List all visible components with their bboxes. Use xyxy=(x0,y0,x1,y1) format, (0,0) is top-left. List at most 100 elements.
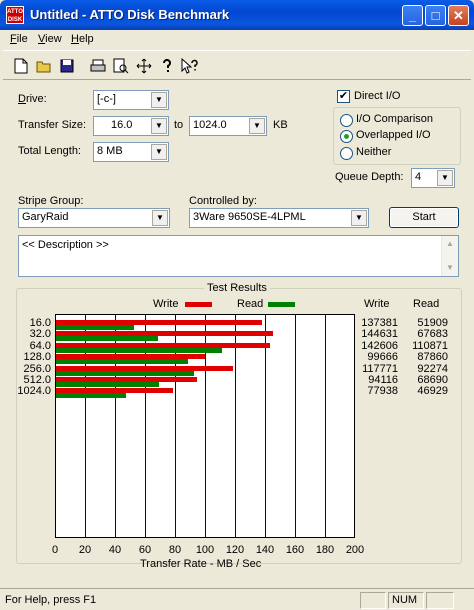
legend-read-label: Read xyxy=(237,298,264,310)
status-pane-empty xyxy=(360,592,386,609)
toolbar xyxy=(3,50,471,80)
queue-depth-label: Queue Depth: xyxy=(335,171,404,183)
chevron-down-icon[interactable]: ▼ xyxy=(151,144,167,160)
read-bar xyxy=(56,347,223,353)
read-value-cell: 110871 xyxy=(412,339,448,352)
title-bar[interactable]: ATTO DISK Untitled - ATTO Disk Benchmark… xyxy=(0,0,474,30)
column-header-write: Write xyxy=(364,298,390,310)
drive-select[interactable]: [-c-] ▼ xyxy=(93,90,169,110)
chevron-down-icon[interactable]: ▼ xyxy=(151,92,167,108)
legend-write-label: Write xyxy=(153,298,179,310)
settings-panel: Drive: [-c-] ▼ Transfer Size: 16.0 ▼ to 10… xyxy=(3,81,471,586)
total-length-select[interactable]: 8 MB ▼ xyxy=(93,142,169,162)
atto-app-icon[interactable]: ATTO DISK xyxy=(6,6,24,24)
y-tick-label: 128.0 xyxy=(23,351,51,364)
transfer-size-label: Transfer Size: xyxy=(18,119,87,131)
overlapped-io-radio[interactable] xyxy=(340,130,353,143)
chevron-down-icon[interactable]: ▼ xyxy=(152,210,168,226)
legend-read-swatch xyxy=(268,302,295,307)
menu-file[interactable]: File xyxy=(10,33,28,45)
close-button[interactable]: ✕ xyxy=(448,5,469,26)
drive-label: Drive: xyxy=(18,93,47,105)
io-mode-group: I/O Comparison Overlapped I/O Neither xyxy=(333,107,461,165)
window-title: Untitled - ATTO Disk Benchmark xyxy=(30,7,230,22)
x-tick-label: 40 xyxy=(108,544,122,556)
print-icon[interactable] xyxy=(87,55,109,77)
read-bar xyxy=(56,370,195,376)
write-value-cell: 137381 xyxy=(361,317,398,329)
gridline xyxy=(325,315,326,537)
gridline xyxy=(235,315,236,537)
transfer-size-to-select[interactable]: 1024.0 ▼ xyxy=(189,116,267,136)
transfer-size-unit: KB xyxy=(273,119,288,131)
write-value-cell: 142606 xyxy=(361,339,398,352)
x-tick-label: 140 xyxy=(255,544,275,556)
transfer-size-to-label: to xyxy=(174,119,184,131)
status-num-indicator: NUM xyxy=(388,592,424,609)
open-folder-icon[interactable] xyxy=(33,55,55,77)
write-value-cell: 144631 xyxy=(361,328,398,341)
new-file-icon[interactable] xyxy=(10,55,32,77)
description-scrollbar[interactable]: ▲ ▼ xyxy=(441,236,458,276)
description-box[interactable]: << Description >> ▲ ▼ xyxy=(18,235,459,277)
transfer-size-from-select[interactable]: 16.0 ▼ xyxy=(93,116,169,136)
read-value-cell: 87860 xyxy=(417,351,448,364)
x-tick-label: 120 xyxy=(225,544,245,556)
status-bar: For Help, press F1 NUM xyxy=(0,588,474,610)
x-tick-label: 160 xyxy=(285,544,305,556)
direct-io-checkbox[interactable]: ✔ xyxy=(337,90,350,103)
x-tick-label: 80 xyxy=(168,544,182,556)
save-disk-icon[interactable] xyxy=(56,55,78,77)
write-value-cell: 117771 xyxy=(362,362,398,375)
results-plot-area xyxy=(55,314,355,538)
chevron-down-icon[interactable]: ▼ xyxy=(351,210,367,226)
context-help-icon[interactable] xyxy=(179,55,201,77)
controlled-by-label: Controlled by: xyxy=(189,195,257,207)
start-button[interactable]: Start xyxy=(389,207,459,228)
neither-radio[interactable] xyxy=(340,147,353,160)
x-axis-label: Transfer Rate - MB / Sec xyxy=(140,558,262,570)
read-value-cell: 67683 xyxy=(417,328,448,341)
y-tick-label: 16.0 xyxy=(29,317,51,329)
queue-depth-select[interactable]: 4 ▼ xyxy=(411,168,455,188)
read-bar xyxy=(56,359,188,365)
io-comparison-radio[interactable] xyxy=(340,114,353,127)
y-tick-label: 32.0 xyxy=(29,328,51,341)
chevron-down-icon[interactable]: ▼ xyxy=(249,118,265,134)
legend-write-swatch xyxy=(185,302,212,307)
x-tick-label: 0 xyxy=(51,544,59,556)
gridline xyxy=(295,315,296,537)
read-value-cell: 46929 xyxy=(417,385,448,398)
read-bar xyxy=(56,336,158,342)
y-tick-label: 1024.0 xyxy=(17,385,51,398)
minimize-button[interactable]: _ xyxy=(402,5,423,26)
x-tick-label: 100 xyxy=(195,544,215,556)
read-bar xyxy=(56,382,160,387)
read-bar xyxy=(56,393,127,399)
direct-io-label[interactable]: Direct I/O xyxy=(354,90,400,102)
help-icon[interactable] xyxy=(156,55,178,77)
read-value-cell: 68690 xyxy=(417,374,448,386)
x-tick-label: 200 xyxy=(345,544,365,556)
chevron-down-icon[interactable]: ▼ xyxy=(437,170,453,186)
menu-view[interactable]: View xyxy=(38,33,62,45)
maximize-button[interactable]: □ xyxy=(425,5,446,26)
chevron-down-icon[interactable]: ▼ xyxy=(151,118,167,134)
total-length-label: Total Length: xyxy=(18,145,81,157)
menu-bar: File View Help xyxy=(3,30,471,50)
write-value-cell: 99666 xyxy=(367,351,398,364)
print-preview-icon[interactable] xyxy=(110,55,132,77)
y-tick-label: 512.0 xyxy=(23,374,51,386)
neither-label[interactable]: Neither xyxy=(356,146,391,158)
scroll-up-icon[interactable]: ▲ xyxy=(442,236,458,252)
scroll-down-icon[interactable]: ▼ xyxy=(442,260,458,276)
x-tick-label: 20 xyxy=(78,544,92,556)
io-comparison-label[interactable]: I/O Comparison xyxy=(356,113,433,125)
stripe-group-select[interactable]: GaryRaid ▼ xyxy=(18,208,170,228)
move-icon[interactable] xyxy=(133,55,155,77)
stripe-group-label: Stripe Group: xyxy=(18,195,84,207)
overlapped-io-label[interactable]: Overlapped I/O xyxy=(356,129,431,141)
menu-help[interactable]: Help xyxy=(71,33,94,45)
read-bar xyxy=(56,325,134,330)
controlled-by-select[interactable]: 3Ware 9650SE-4LPML ▼ xyxy=(189,208,369,228)
